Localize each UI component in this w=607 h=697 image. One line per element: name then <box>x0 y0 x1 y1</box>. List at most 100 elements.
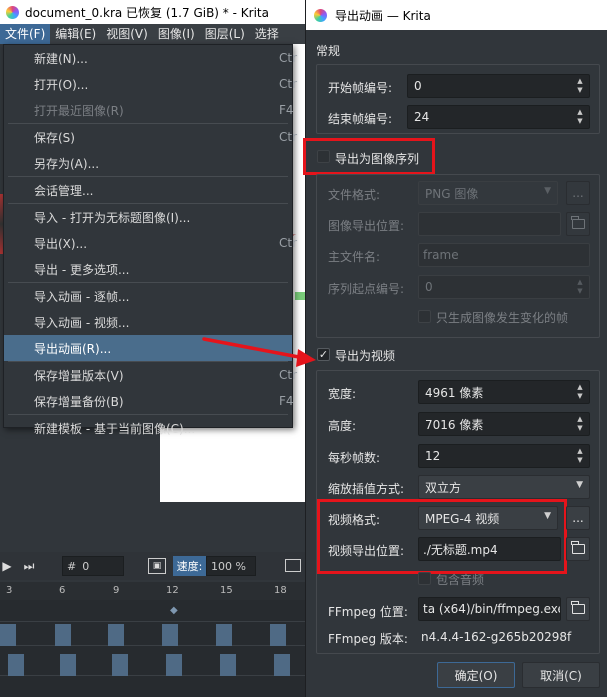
play-icon[interactable]: ▶ <box>0 559 14 573</box>
timeline-cell[interactable] <box>274 654 290 676</box>
spin-arrows-icon[interactable]: ▲ ▼ <box>575 278 585 296</box>
include-audio-label: 包含音频 <box>436 573 485 587</box>
menu-layer[interactable]: 图层(L) <box>200 24 250 44</box>
file-menu-item[interactable]: 导出(X)... Ctr <box>4 230 297 256</box>
end-frame-spinbox[interactable]: 24 ▲ ▼ <box>407 105 590 129</box>
ruler-tick: 12 <box>166 585 179 596</box>
scale-filter-combo[interactable]: 双立方 ▼ <box>418 475 590 499</box>
file-menu-item-label: 导入 - 打开为无标题图像(I)... <box>34 210 191 225</box>
ffmpeg-version-label: FFmpeg 版本: <box>328 632 408 646</box>
menu-edit[interactable]: 编辑(E) <box>50 24 101 44</box>
video-location-browse-button[interactable] <box>566 537 590 561</box>
next-keyframe-icon[interactable]: ⏭ <box>22 559 36 574</box>
basename-label: 主文件名: <box>328 250 381 264</box>
image-sequence-checkbox[interactable] <box>317 150 330 163</box>
settings-box-icon[interactable] <box>285 559 301 572</box>
timeline-cell[interactable] <box>220 654 236 676</box>
file-menu-item-label: 打开(O)... <box>34 77 89 92</box>
spin-arrows-icon[interactable]: ▲ ▼ <box>575 415 585 433</box>
file-menu-item-label: 保存增量备份(B) <box>34 394 124 409</box>
file-menu-item[interactable]: 另存为(A)... <box>4 150 292 176</box>
spin-arrows-icon[interactable]: ▲ ▼ <box>575 447 585 465</box>
timeline-cell[interactable] <box>0 624 16 646</box>
file-menu-item[interactable]: 新建(N)... Ctr <box>4 45 297 71</box>
file-menu-item[interactable]: 打开最近图像(R) F4 <box>4 97 294 123</box>
timeline-cell[interactable] <box>162 624 178 646</box>
file-menu-item[interactable]: 会话管理... <box>4 177 292 203</box>
height-spinbox[interactable]: 7016 像素 ▲ ▼ <box>418 412 590 436</box>
sequence-start-value: 0 <box>425 280 433 294</box>
film-icon[interactable]: ▣ <box>148 558 166 574</box>
frame-prefix: # <box>67 559 77 573</box>
image-sequence-label: 导出为图像序列 <box>335 152 420 166</box>
menu-file[interactable]: 文件(F) <box>0 24 51 44</box>
image-format-options-button[interactable]: ... <box>566 181 590 205</box>
timeline-cell[interactable] <box>55 624 71 646</box>
timeline-cell[interactable] <box>108 624 124 646</box>
dialog-titlebar: 导出动画 — Krita <box>306 0 607 30</box>
file-menu-item[interactable]: 导出动画(R)... <box>4 335 292 361</box>
image-location-browse-button[interactable] <box>566 212 590 236</box>
fps-label: 每秒帧数: <box>328 451 381 465</box>
ruler-tick: 15 <box>220 585 233 596</box>
video-location-field[interactable]: ./无标题.mp4 <box>418 537 561 561</box>
main-window-title: document_0.kra 已恢复 (1.7 GiB) * - Krita <box>25 5 269 20</box>
timeline-cell[interactable] <box>166 654 182 676</box>
ruler-tick: 18 <box>274 585 287 596</box>
height-value: 7016 像素 <box>425 417 484 432</box>
timeline-cell[interactable] <box>216 624 232 646</box>
timeline-cell[interactable] <box>112 654 128 676</box>
spin-arrows-icon[interactable]: ▲ ▼ <box>575 383 585 401</box>
speed-field[interactable]: 100 % <box>206 556 256 576</box>
width-value: 4961 像素 <box>425 385 484 400</box>
file-menu-item[interactable]: 打开(O)... Ctr <box>4 71 297 97</box>
timeline-cell[interactable] <box>270 624 286 646</box>
krita-logo-icon <box>6 5 19 19</box>
cancel-button[interactable]: 取消(C) <box>522 662 600 688</box>
start-frame-spinbox[interactable]: 0 ▲ ▼ <box>407 74 590 98</box>
fps-spinbox[interactable]: 12 ▲ ▼ <box>418 444 590 468</box>
file-menu-item[interactable]: 新建模板 - 基于当前图像(C)... <box>4 415 292 441</box>
ffmpeg-browse-button[interactable] <box>566 597 590 621</box>
only-changed-frames-checkbox[interactable] <box>418 310 431 323</box>
timeline-toolbar: ▶ ⏭ # 0 ▣ 速度: 100 % <box>0 552 305 580</box>
file-menu-item[interactable]: 导入动画 - 视频... <box>4 309 292 335</box>
file-menu-item[interactable]: 导入 - 打开为无标题图像(I)... <box>4 204 292 230</box>
spin-arrows-icon[interactable]: ▲ ▼ <box>575 108 585 126</box>
height-label: 高度: <box>328 419 357 433</box>
timeline-row <box>0 654 305 676</box>
video-format-combo[interactable]: MPEG-4 视频 ▼ <box>418 506 558 530</box>
file-menu-item[interactable]: 导出 - 更多选项... <box>4 256 292 282</box>
frame-value: 0 <box>82 559 90 573</box>
file-menu-item[interactable]: 保存(S) Ctr <box>4 124 297 150</box>
basename-field[interactable]: frame <box>418 243 590 267</box>
file-menu-item-label: 会话管理... <box>34 183 94 198</box>
scale-filter-label: 缩放插值方式: <box>328 482 405 496</box>
width-spinbox[interactable]: 4961 像素 ▲ ▼ <box>418 380 590 404</box>
ffmpeg-location-field[interactable]: ta (x64)/bin/ffmpeg.exe <box>418 597 561 621</box>
menu-view[interactable]: 视图(V) <box>101 24 153 44</box>
timeline-cell[interactable] <box>60 654 76 676</box>
menu-image[interactable]: 图像(I) <box>153 24 200 44</box>
timeline-cell[interactable] <box>8 654 24 676</box>
sequence-start-spinbox[interactable]: 0 ▲ ▼ <box>418 275 590 299</box>
timeline-grid[interactable]: ◆ <box>0 600 305 697</box>
fps-value: 12 <box>425 449 441 463</box>
end-frame-value: 24 <box>414 110 430 124</box>
video-format-value: MPEG-4 视频 <box>425 511 500 526</box>
image-format-combo[interactable]: PNG 图像 ▼ <box>418 181 558 205</box>
sequence-start-label: 序列起点编号: <box>328 282 405 296</box>
video-export-label: 导出为视频 <box>335 349 396 363</box>
file-menu-item[interactable]: 保存增量备份(B) F4 <box>4 388 294 414</box>
file-menu-item[interactable]: 保存增量版本(V) Ctr <box>4 362 297 388</box>
include-audio-checkbox[interactable] <box>418 572 431 585</box>
file-menu-item-label: 导入动画 - 逐帧... <box>34 289 130 304</box>
video-export-checkbox[interactable]: ✓ <box>317 348 330 361</box>
spin-arrows-icon[interactable]: ▲ ▼ <box>575 77 585 95</box>
file-menu-item[interactable]: 导入动画 - 逐帧... <box>4 283 292 309</box>
video-format-options-button[interactable]: ... <box>566 506 590 530</box>
menu-select[interactable]: 选择 <box>250 24 284 44</box>
ok-button[interactable]: 确定(O) <box>437 662 515 688</box>
current-frame-field[interactable]: # 0 <box>62 556 124 576</box>
image-location-field[interactable] <box>418 212 561 236</box>
